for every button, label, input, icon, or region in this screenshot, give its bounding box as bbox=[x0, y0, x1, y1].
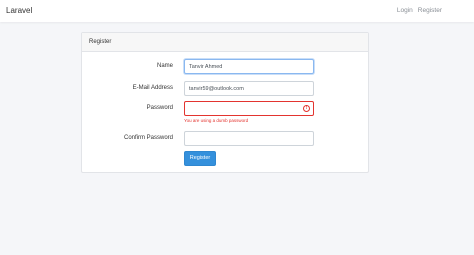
error-icon: ! bbox=[303, 105, 310, 112]
login-link[interactable]: Login bbox=[397, 7, 413, 14]
password-error-message: You are using a dumb password bbox=[184, 118, 249, 123]
brand-link[interactable]: Laravel bbox=[6, 6, 32, 15]
navbar: Laravel Login Register bbox=[0, 0, 474, 22]
confirm-password-label: Confirm Password bbox=[123, 135, 173, 141]
register-button[interactable]: Register bbox=[184, 151, 216, 166]
name-row: Name Tanvir Ahmed bbox=[82, 59, 370, 74]
register-link[interactable]: Register bbox=[418, 7, 442, 14]
confirm-password-row: Confirm Password bbox=[82, 131, 370, 146]
email-input[interactable]: tanvir59@outlook.com bbox=[184, 81, 314, 96]
email-label: E-Mail Address bbox=[132, 85, 173, 91]
nav-links: Login Register bbox=[397, 7, 442, 14]
password-row: Password ! bbox=[82, 101, 370, 116]
password-label: Password bbox=[146, 105, 173, 111]
email-row: E-Mail Address tanvir59@outlook.com bbox=[82, 81, 370, 96]
register-card: Register Name Tanvir Ahmed E-Mail Addres… bbox=[81, 32, 369, 173]
name-label: Name bbox=[156, 63, 173, 69]
name-input[interactable]: Tanvir Ahmed bbox=[184, 59, 314, 74]
password-input[interactable]: ! bbox=[184, 101, 314, 116]
confirm-password-input[interactable] bbox=[184, 131, 314, 146]
card-header: Register bbox=[82, 33, 368, 52]
